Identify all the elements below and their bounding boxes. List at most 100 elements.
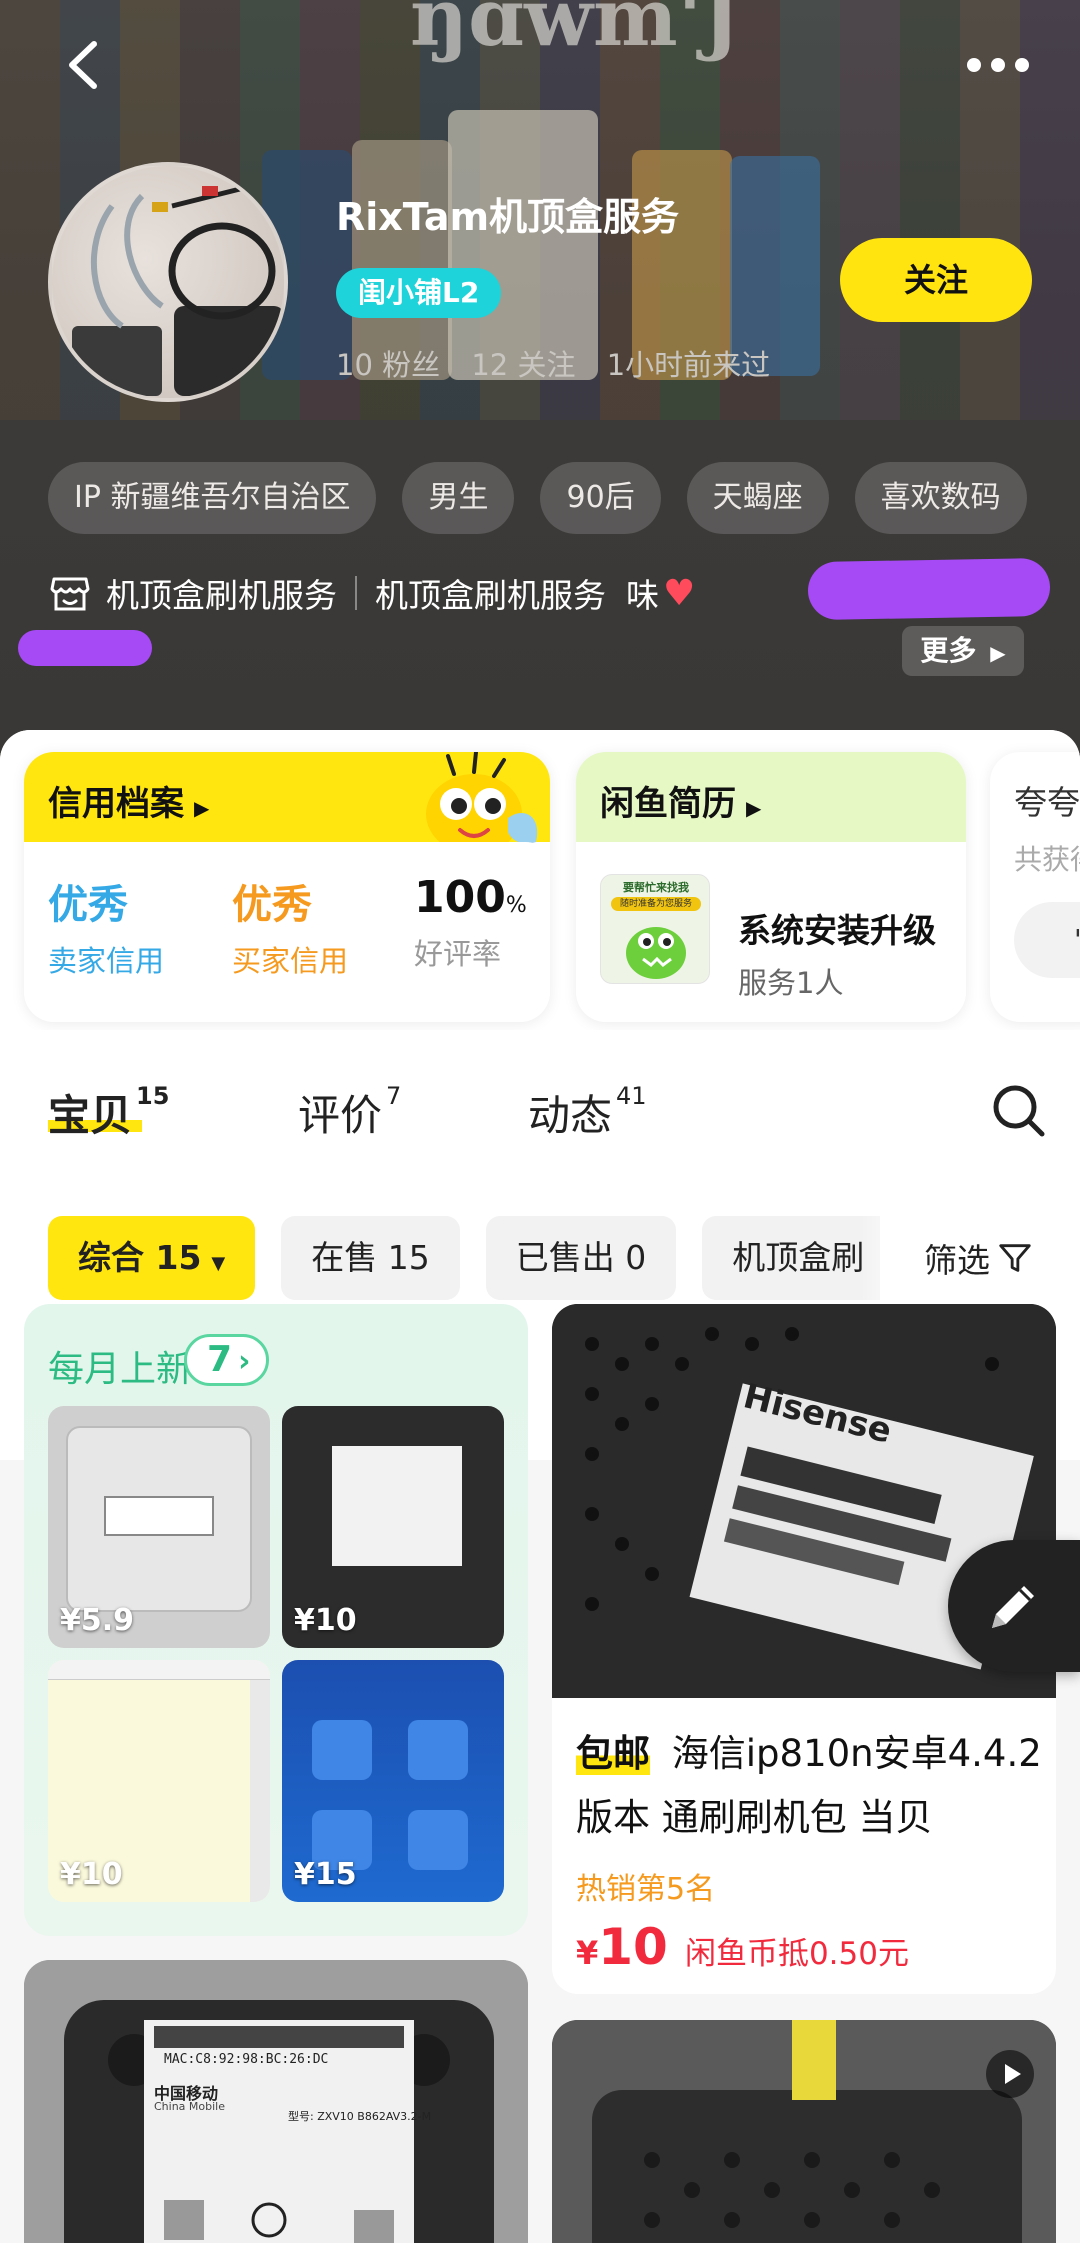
hot-sale-rank: 热销第5名: [576, 1872, 716, 1907]
chip-comprehensive[interactable]: 综合 15 ▼: [48, 1216, 256, 1300]
currency-symbol: ¥: [576, 1934, 599, 1972]
shop-name: RixTam机顶盒服务: [336, 195, 680, 239]
mac-address: MAC:C8:92:98:BC:26:DC: [164, 2052, 329, 2067]
monthly-item-thumb[interactable]: ¥5.9: [48, 1406, 270, 1648]
chip-sold[interactable]: 已售出 0: [485, 1216, 677, 1300]
settop-box-photo: [24, 1960, 528, 2243]
window-bar: [48, 1660, 270, 1680]
more-info-button[interactable]: 更多 ▶: [902, 626, 1024, 676]
scrollbar: [250, 1680, 270, 1902]
item-price: ¥5.9: [60, 1603, 135, 1638]
barcode-label: [104, 1496, 214, 1536]
shop-stats: 10 粉丝 12 关注 1小时前来过: [336, 342, 792, 384]
seller-credit: 优秀 卖家信用: [48, 882, 165, 978]
divider: [355, 576, 357, 610]
more-label: 更多: [920, 634, 977, 667]
pencil-icon: [992, 1586, 1034, 1628]
filter-chips: 综合 15 ▼ 在售 15 已售出 0 机顶盒刷: [48, 1216, 895, 1300]
service-description: 机顶盒刷机服务: [375, 576, 606, 615]
tab-reviews[interactable]: 评价 7: [298, 1082, 401, 1143]
service-thumbnail: 要帮忙来找我 随时准备为您服务: [600, 874, 710, 984]
tile: [408, 1810, 468, 1870]
item-price: ¥10: [60, 1857, 123, 1892]
last-seen: 1小时前来过: [606, 348, 771, 382]
poster-thumb: [448, 110, 598, 380]
redaction-mark: [18, 630, 152, 666]
follow-button[interactable]: 关注: [840, 238, 1032, 322]
service-name: 机顶盒刷机服务: [106, 576, 337, 615]
service-count: 服务1人: [738, 966, 844, 1000]
publish-fab-button[interactable]: [948, 1540, 1080, 1672]
more-options-button[interactable]: [958, 40, 1038, 90]
monthly-item-thumb[interactable]: ¥10: [282, 1406, 504, 1648]
praise-subtitle: 共获得: [1014, 843, 1080, 876]
product-price-row: ¥10 闲鱼币抵0.50元: [576, 1918, 909, 1976]
poster-title: ŋɑwm'J: [410, 0, 740, 64]
brand-label-en: China Mobile: [154, 2100, 226, 2113]
caret-right-icon: ▶: [990, 641, 1006, 665]
positive-rate: 100% 好评率: [414, 872, 527, 971]
caret-right-icon: ▶: [746, 796, 762, 820]
video-thumbnail: [552, 2020, 1056, 2243]
credit-profile-card[interactable]: 信用档案 ▶ 优秀 卖家信用 优秀 买家信用 100% 好评率: [24, 752, 550, 1022]
search-icon[interactable]: [990, 1082, 1048, 1140]
credit-card-body: 优秀 卖家信用 优秀 买家信用 100% 好评率: [24, 842, 550, 1022]
praise-title: 夸夸: [1014, 783, 1080, 822]
buyer-credit: 优秀 买家信用: [232, 882, 349, 978]
play-icon[interactable]: [984, 2048, 1036, 2100]
tag-zodiac: 天蝎座: [686, 462, 829, 534]
tag-age: 90后: [540, 462, 661, 534]
monthly-new-count[interactable]: 7 ›: [184, 1334, 270, 1386]
store-icon: [50, 577, 90, 611]
tag-gender: 男生: [402, 462, 515, 534]
tab-items[interactable]: 宝贝 15: [48, 1082, 169, 1143]
product-card[interactable]: MAC:C8:92:98:BC:26:DC 中国移动 China Mobile …: [24, 1960, 528, 2243]
resume-card-title: 闲鱼简历 ▶: [600, 784, 762, 824]
shop-level-badge[interactable]: 闺小铺L2: [336, 268, 502, 318]
monthly-item-thumb[interactable]: ¥10: [48, 1660, 270, 1902]
more-dots-icon: [967, 58, 1029, 72]
product-card[interactable]: [552, 2020, 1056, 2243]
label-sticker: [332, 1446, 462, 1566]
caret-down-icon: ▼: [211, 1253, 226, 1274]
heart-icon: ♥: [663, 572, 696, 614]
chevron-right-icon: ›: [238, 1344, 251, 1379]
chip-on-sale[interactable]: 在售 15: [281, 1216, 460, 1300]
profile-tags: IP 新疆维吾尔自治区 男生 90后 天蝎座 喜欢数码: [48, 462, 1027, 534]
credit-card-title: 信用档案 ▶: [48, 784, 210, 824]
product-title: 包邮 海信ip810n安卓4.4.2版本 通刷刷机包 当贝: [576, 1722, 1046, 1850]
shop-content-sheet: 信用档案 ▶ 优秀 卖家信用 优秀 买家信用 100% 好评率 闲鱼简历 ▶ 要…: [0, 730, 1080, 2243]
filter-button[interactable]: 筛选: [880, 1216, 1080, 1300]
shop-avatar[interactable]: [48, 162, 288, 402]
item-price: ¥15: [294, 1857, 357, 1892]
service-name: 系统安装升级: [738, 911, 936, 950]
green-monster-icon: [626, 927, 686, 979]
shop-header: ŋɑwm'J RixTam机顶盒服务 闺小铺L2 10 粉丝 12 关注 1小时…: [0, 0, 1080, 760]
back-arrow-icon: [69, 41, 97, 89]
item-price: ¥10: [294, 1603, 357, 1638]
tile: [312, 1720, 372, 1780]
model-label: 型号: ZXV10 B862AV3.2-M: [288, 2110, 432, 2123]
redaction-mark: [807, 557, 1051, 621]
tile: [408, 1720, 468, 1780]
fans-count[interactable]: 10 粉丝: [336, 348, 440, 382]
product-price: 10: [598, 1918, 668, 1976]
monthly-new-section[interactable]: 每月上新 7 › ¥5.9 ¥10 ¥10 ¥15: [24, 1304, 528, 1936]
service-tail: 味: [626, 576, 659, 615]
filter-funnel-icon: [999, 1244, 1031, 1272]
monthly-item-thumb[interactable]: ¥15: [282, 1660, 504, 1902]
avatar-image: [72, 183, 284, 396]
back-button[interactable]: [50, 30, 120, 100]
shop-service-row[interactable]: 机顶盒刷机服务 机顶盒刷机服务 味 ♥: [48, 568, 695, 618]
tab-activity[interactable]: 动态 41: [528, 1082, 647, 1143]
following-count[interactable]: 12 关注: [471, 348, 575, 382]
free-shipping-tag: 包邮: [576, 1732, 650, 1775]
tag-interest: 喜欢数码: [854, 462, 1027, 534]
coin-deduction: 闲鱼币抵0.50元: [684, 1936, 909, 1972]
xianyu-resume-card[interactable]: 闲鱼简历 ▶ 要帮忙来找我 随时准备为您服务 系统安装升级 服务1人: [576, 752, 966, 1022]
monthly-new-title: 每月上新: [48, 1349, 193, 1390]
praise-pill[interactable]: ": [1014, 902, 1080, 978]
caret-right-icon: ▶: [194, 796, 210, 820]
tag-ip-location: IP 新疆维吾尔自治区: [48, 462, 377, 534]
praise-card[interactable]: 夸夸 共获得 ": [990, 752, 1080, 1022]
